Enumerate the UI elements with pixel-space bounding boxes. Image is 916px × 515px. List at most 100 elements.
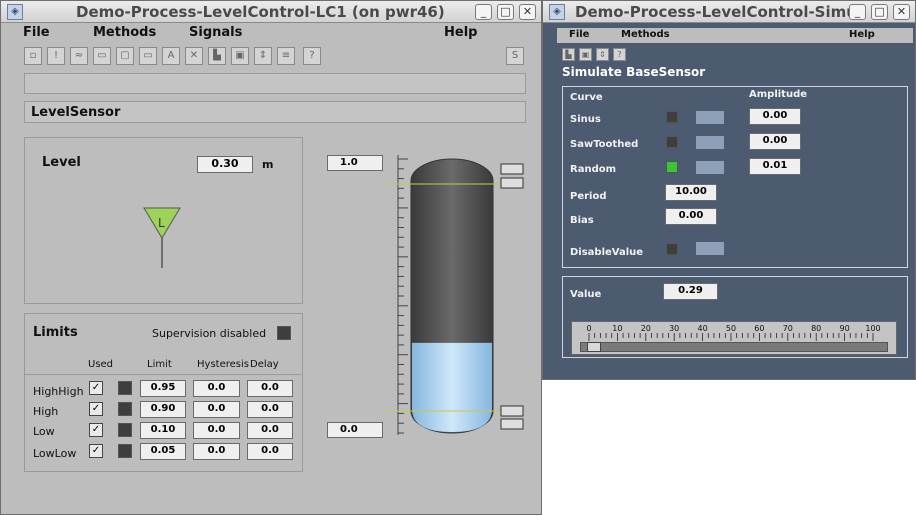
limit-value: 0.90 [140,401,186,418]
water-level [412,342,492,432]
used-checkbox[interactable]: ✓ [89,402,103,416]
hysteresis-value: 0.0 [193,380,240,397]
value-slider[interactable]: 0 10 20 30 40 50 60 70 80 90 100 [571,321,897,355]
menu-bar: File Methods Help [557,28,913,43]
minimize-button[interactable]: _ [849,4,866,20]
header-hysteresis: Hysteresis [197,359,249,370]
tool-crossref-icon[interactable]: ⇕ [254,47,272,65]
tank-graphic [386,155,526,435]
period-value[interactable]: 10.00 [665,184,717,201]
menu-help[interactable]: Help [444,25,477,40]
disable-value-label: DisableValue [570,247,644,258]
curve-panel: Curve Amplitude Sinus 0.00 SawToothed 0.… [562,86,908,268]
menu-methods[interactable]: Methods [93,25,156,40]
sinus-button[interactable] [695,110,725,125]
supervision-toggle[interactable] [277,326,291,340]
close-button[interactable]: ✕ [893,4,910,20]
description-field [24,73,526,94]
menu-help[interactable]: Help [849,29,875,40]
menu-signals[interactable]: Signals [189,25,242,40]
limit-name: HighHigh [33,385,84,398]
tool-open-plc-icon[interactable]: ▙ [208,47,226,65]
used-checkbox[interactable]: ✓ [89,381,103,395]
tool-note-icon[interactable]: A [162,47,180,65]
tool-graph-icon[interactable]: ▫ [24,47,42,65]
menu-file[interactable]: File [23,25,50,40]
value-label: Value [570,289,602,300]
disable-value-indicator [666,243,678,255]
tool-block-icon[interactable]: ✕ [185,47,203,65]
simulate-window: ◈ Demo-Process-LevelControl-Simul _ □ ✕ … [542,0,916,380]
curve-sinus-label: Sinus [570,114,601,125]
menu-methods[interactable]: Methods [621,29,670,40]
supervision-label: Supervision disabled [152,327,267,340]
used-checkbox[interactable]: ✓ [89,423,103,437]
limits-panel: Limits Supervision disabled Used Limit H… [24,313,303,472]
tool-object-icon[interactable]: ▣ [579,48,592,61]
app-icon[interactable]: ◈ [7,4,23,20]
slider-tick-label: 90 [840,324,850,333]
window-title: Demo-Process-LevelControl-Simul [575,3,863,21]
tool-simulate-icon[interactable]: S [506,47,524,65]
tool-help-class-icon[interactable]: ≡ [277,47,295,65]
limit-value: 0.10 [140,422,186,439]
sawtoothed-amplitude[interactable]: 0.00 [749,133,801,150]
maximize-button[interactable]: □ [871,4,888,20]
slider-tick-label: 10 [612,324,622,333]
alarm-indicator [118,444,132,458]
used-checkbox[interactable]: ✓ [89,444,103,458]
tool-help-icon[interactable]: ? [303,47,321,65]
level-indicator-icon: L [143,207,181,268]
level-control-window: ◈ Demo-Process-LevelControl-LC1 (on pwr4… [0,0,542,515]
sinus-amplitude[interactable]: 0.00 [749,108,801,125]
title-bar[interactable]: ◈ Demo-Process-LevelControl-Simul _ □ ✕ [543,1,915,23]
curve-label: Curve [570,92,603,103]
limit-value: 0.95 [140,380,186,397]
value-field: 0.29 [663,283,718,300]
delay-value: 0.0 [247,443,293,460]
simulate-heading: Simulate BaseSensor [562,65,706,79]
tool-alarm-icon[interactable]: ! [47,47,65,65]
maximize-button[interactable]: □ [497,4,514,20]
tool-object-icon[interactable]: ▣ [231,47,249,65]
limit-value: 0.05 [140,443,186,460]
random-amplitude[interactable]: 0.01 [749,158,801,175]
slider-tick-label: 70 [783,324,793,333]
object-name: LevelSensor [31,105,121,120]
period-label: Period [570,191,607,202]
tool-history-icon[interactable]: ▢ [116,47,134,65]
hysteresis-value: 0.0 [193,401,240,418]
close-button[interactable]: ✕ [519,4,536,20]
header-used: Used [88,359,114,370]
random-button[interactable] [695,160,725,175]
slider-track[interactable] [580,342,888,352]
alarm-indicator [118,423,132,437]
tool-help-icon[interactable]: ? [613,48,626,61]
slider-tick-label: 60 [754,324,764,333]
app-icon[interactable]: ◈ [549,4,565,20]
scale-min: 0.0 [327,422,383,438]
slider-thumb[interactable] [586,342,601,352]
tool-trend-icon[interactable]: ≈ [70,47,88,65]
title-bar[interactable]: ◈ Demo-Process-LevelControl-LC1 (on pwr4… [1,1,541,23]
window-title: Demo-Process-LevelControl-LC1 (on pwr46) [76,3,445,21]
level-panel: Level 0.30 m L [24,137,303,304]
amplitude-label: Amplitude [749,89,808,100]
bias-value[interactable]: 0.00 [665,208,717,225]
tool-crossref-icon[interactable]: ⇕ [596,48,609,61]
limits-title: Limits [33,325,78,340]
tool-graph-icon[interactable]: ▙ [562,48,575,61]
sawtoothed-button[interactable] [695,135,725,150]
slider-tick-label: 50 [726,324,736,333]
limit-name: LowLow [33,447,77,460]
minimize-button[interactable]: _ [475,4,492,20]
tool-fast-icon[interactable]: ▭ [139,47,157,65]
bias-label: Bias [570,215,594,226]
curve-random-label: Random [570,164,617,175]
random-indicator [666,161,678,173]
tool-table-icon[interactable]: ▭ [93,47,111,65]
menu-file[interactable]: File [569,29,589,40]
level-value: 0.30 [197,156,253,173]
disable-value-button[interactable] [695,241,725,256]
alarm-indicator [118,402,132,416]
